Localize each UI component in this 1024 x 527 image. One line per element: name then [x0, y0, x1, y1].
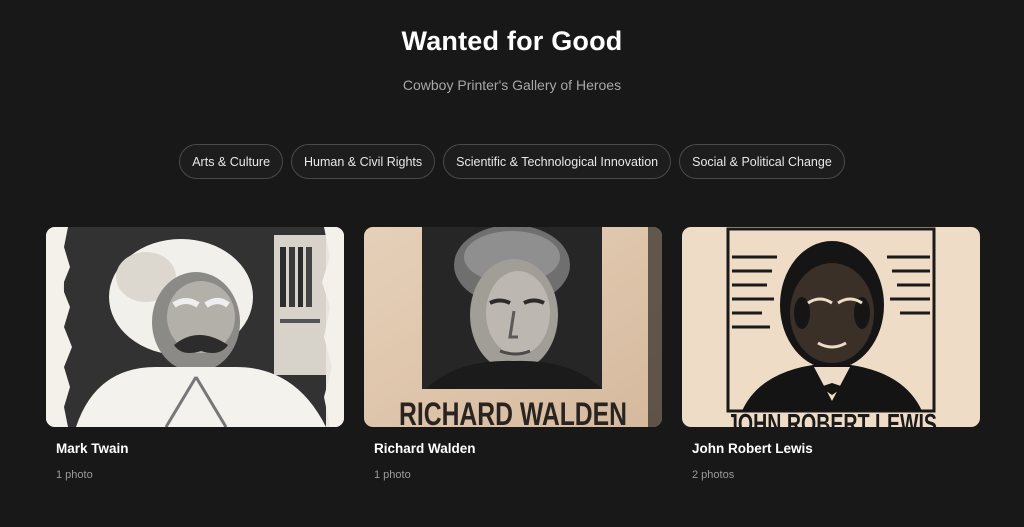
- card-title: Richard Walden: [374, 441, 476, 456]
- portrait-john-robert-lewis-icon: JOHN ROBERT LEWIS: [682, 227, 980, 427]
- portrait-image[interactable]: JOHN ROBERT LEWIS: [682, 227, 980, 427]
- filter-chip-arts-culture[interactable]: Arts & Culture: [179, 144, 284, 179]
- card-title: John Robert Lewis: [692, 441, 813, 456]
- portrait-image[interactable]: RICHARD WALDEN: [364, 227, 662, 427]
- photo-count: 1 photo: [374, 469, 411, 481]
- hero-card-mark-twain[interactable]: Mark Twain 1 photo: [46, 227, 344, 481]
- portrait-richard-walden-icon: RICHARD WALDEN: [364, 227, 662, 427]
- page-title: Wanted for Good: [401, 26, 623, 56]
- filter-chip-human-civil-rights[interactable]: Human & Civil Rights: [291, 144, 436, 179]
- card-title: Mark Twain: [56, 441, 129, 456]
- filter-chip-scientific-technological-innovation[interactable]: Scientific & Technological Innovation: [443, 144, 672, 179]
- category-filters: Arts & Culture Human & Civil Rights Scie…: [0, 144, 1024, 179]
- portrait-image[interactable]: [46, 227, 344, 427]
- photo-count: 1 photo: [56, 469, 93, 481]
- page-subtitle: Cowboy Printer's Gallery of Heroes: [402, 77, 622, 93]
- hero-gallery-grid: Mark Twain 1 photo RICHARD WALDEN Richar…: [46, 227, 980, 481]
- photo-count: 2 photos: [692, 469, 735, 481]
- hero-card-john-robert-lewis[interactable]: JOHN ROBERT LEWIS John Robert Lewis 2 ph…: [682, 227, 980, 481]
- portrait-mark-twain-icon: [46, 227, 344, 427]
- filter-chip-social-political-change[interactable]: Social & Political Change: [679, 144, 845, 179]
- hero-card-richard-walden[interactable]: RICHARD WALDEN Richard Walden 1 photo: [364, 227, 662, 481]
- poster-text: JOHN ROBERT LEWIS: [727, 408, 937, 427]
- poster-text: RICHARD WALDEN: [399, 396, 627, 427]
